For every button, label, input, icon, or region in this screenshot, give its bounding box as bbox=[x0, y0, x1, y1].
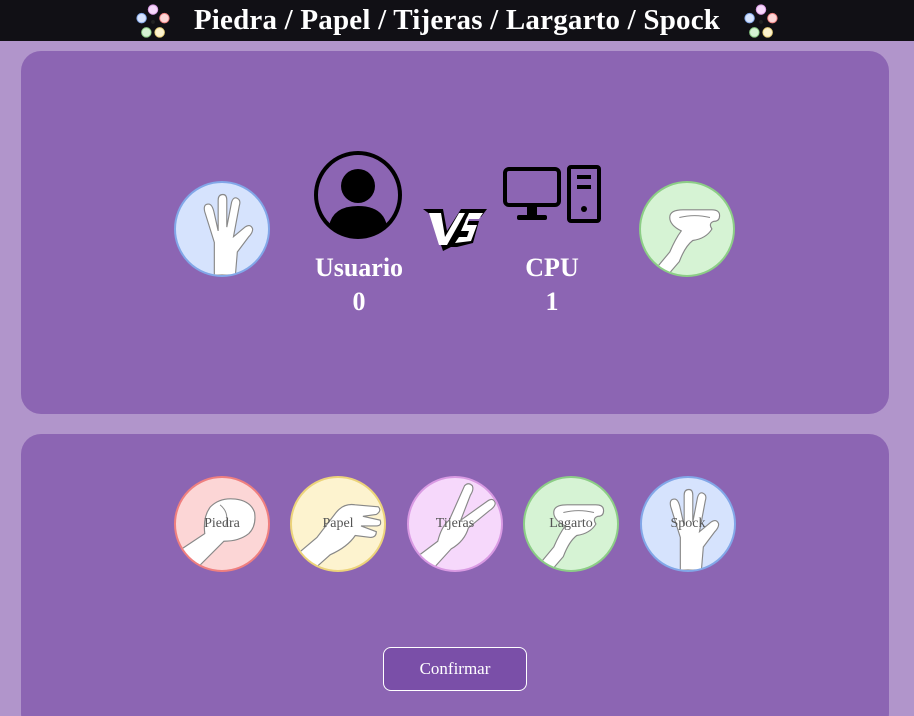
choice-papel-button[interactable]: Papel bbox=[290, 476, 386, 572]
choice-label: Piedra bbox=[204, 516, 240, 531]
choice-label: Lagarto bbox=[549, 516, 593, 531]
user-silhouette-icon bbox=[314, 151, 402, 239]
cpu-name: CPU bbox=[525, 253, 579, 282]
choice-label: Spock bbox=[670, 516, 706, 531]
user-choice-spock bbox=[174, 181, 270, 277]
page-title: Piedra / Papel / Tijeras / Largarto / Sp… bbox=[193, 4, 721, 36]
choice-label: Tijeras bbox=[435, 516, 475, 531]
choice-label: Papel bbox=[322, 516, 354, 531]
rpsls-logo-icon bbox=[136, 3, 170, 38]
user-name: Usuario bbox=[314, 253, 404, 282]
rpsls-logo-icon bbox=[744, 3, 778, 38]
computer-icon bbox=[503, 165, 601, 223]
vs-icon bbox=[423, 209, 487, 251]
lizard-hand-icon bbox=[649, 209, 721, 275]
confirm-button[interactable]: Confirmar bbox=[383, 647, 527, 691]
spock-hand-icon bbox=[203, 193, 254, 275]
choice-piedra-button[interactable]: Piedra bbox=[174, 476, 270, 572]
choice-spock-button[interactable]: Spock bbox=[640, 476, 736, 572]
cpu-score: 1 bbox=[545, 287, 559, 316]
choice-lagarto-button[interactable]: Lagarto bbox=[523, 476, 619, 572]
header-bar: Piedra / Papel / Tijeras / Largarto / Sp… bbox=[0, 0, 914, 41]
choice-tijeras-button[interactable]: Tijeras bbox=[407, 476, 503, 572]
user-score: 0 bbox=[352, 287, 366, 316]
cpu-choice-lizard bbox=[639, 181, 735, 277]
